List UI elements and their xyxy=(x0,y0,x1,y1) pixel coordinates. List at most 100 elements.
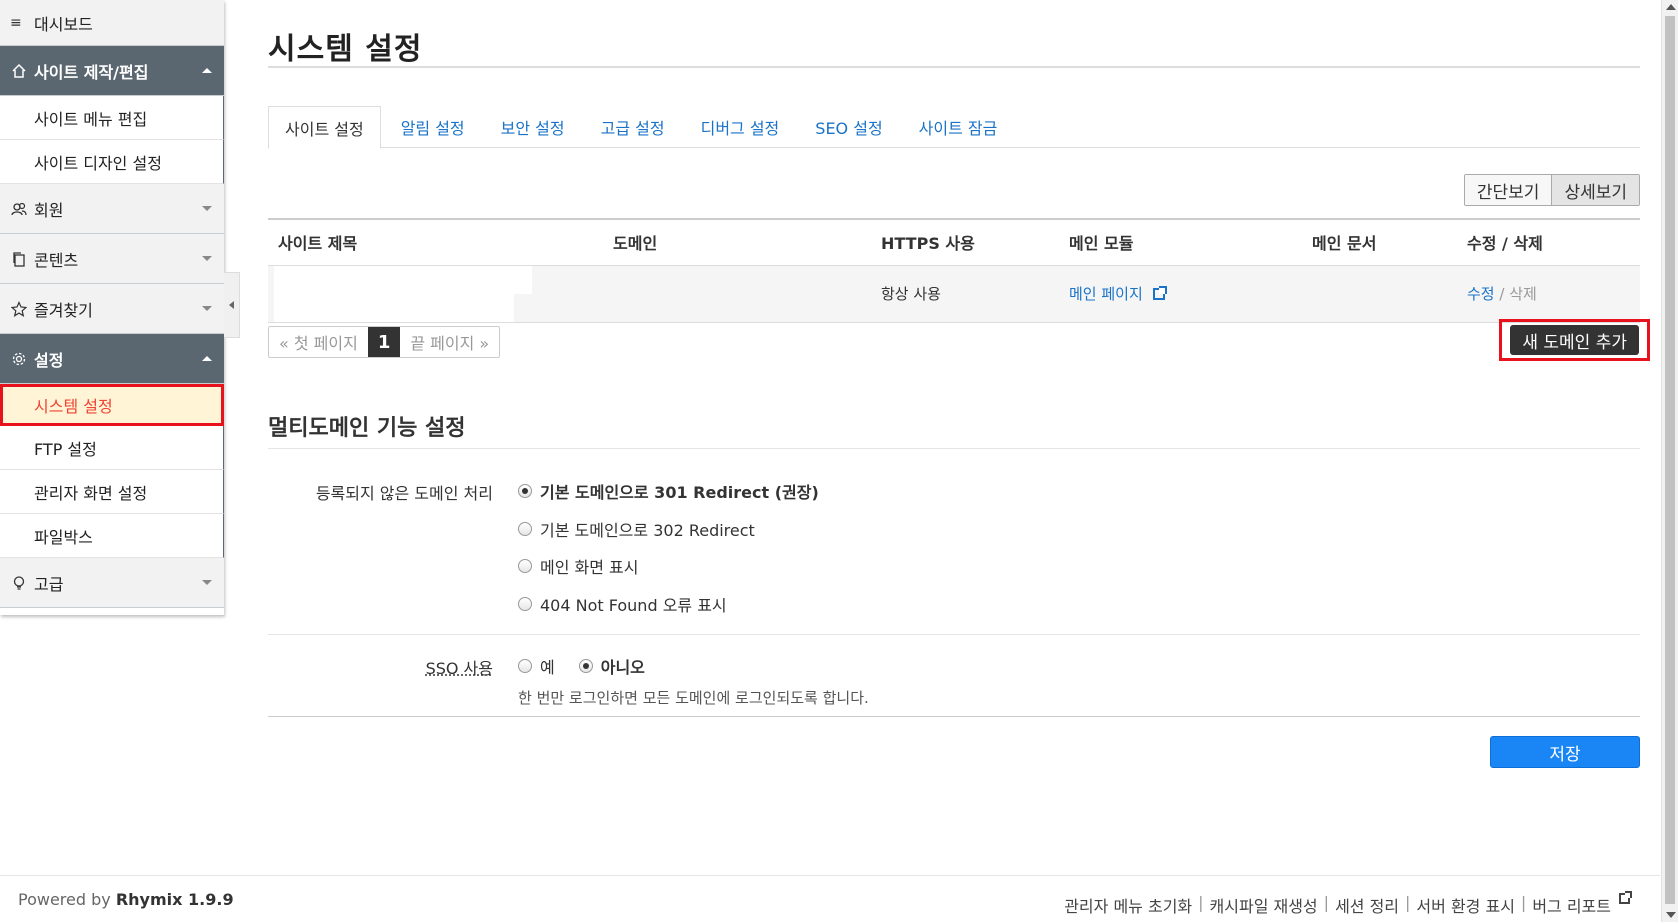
col-main-module: 메인 모듈 xyxy=(1059,219,1302,266)
footer-link-regenerate-cache[interactable]: 캐시파일 재생성 xyxy=(1210,893,1318,917)
option-301-redirect[interactable]: 기본 도메인으로 301 Redirect (권장) xyxy=(518,480,819,502)
star-icon xyxy=(10,300,28,318)
unregistered-domain-label: 등록되지 않은 도메인 처리 xyxy=(315,484,493,503)
divider xyxy=(268,716,1640,717)
sso-no-radio[interactable] xyxy=(578,659,593,673)
radio-button[interactable] xyxy=(518,559,532,573)
sidebar-dashboard-label: 대시보드 xyxy=(34,14,93,34)
cell-main-document xyxy=(1302,265,1457,323)
delete-link[interactable]: 삭제 xyxy=(1509,285,1537,303)
sidebar-group-label: 고급 xyxy=(34,574,64,594)
footer-link-server-env[interactable]: 서버 환경 표시 xyxy=(1416,893,1515,917)
footer-links: 관리자 메뉴 초기화 | 캐시파일 재생성 | 세션 정리 | 서버 환경 표시… xyxy=(1064,891,1632,917)
chevron-up-icon xyxy=(202,356,212,361)
gear-icon xyxy=(10,350,28,368)
sidebar-group-settings[interactable]: 설정 xyxy=(0,334,224,384)
last-page-link[interactable]: 끝 페이지 » xyxy=(400,327,499,357)
external-link-icon[interactable] xyxy=(1619,891,1632,904)
cell-main-module: 메인 페이지 xyxy=(1059,265,1302,323)
scroll-down-arrow-icon[interactable] xyxy=(1666,912,1676,918)
radio-button[interactable] xyxy=(518,484,532,498)
tab-site-lock[interactable]: 사이트 잠금 xyxy=(903,106,1014,148)
option-main-screen[interactable]: 메인 화면 표시 xyxy=(518,555,639,577)
divider xyxy=(268,634,1640,635)
col-https: HTTPS 사용 xyxy=(871,219,1059,266)
sidebar-item-site-menu[interactable]: 사이트 메뉴 편집 xyxy=(0,96,224,140)
settings-tabs: 사이트 설정 알림 설정 보안 설정 고급 설정 디버그 설정 SEO 설정 사… xyxy=(268,106,1640,149)
sso-label-text: SSO 사용 xyxy=(425,659,493,678)
sidebar-group-advanced[interactable]: 고급 xyxy=(0,558,224,608)
site-title-value xyxy=(274,265,532,294)
option-label: 메인 화면 표시 xyxy=(540,558,639,577)
copy-icon xyxy=(10,250,28,268)
footer-separator: | xyxy=(1405,893,1411,912)
tab-notification-settings[interactable]: 알림 설정 xyxy=(385,106,481,148)
vertical-scrollbar[interactable] xyxy=(1661,0,1678,922)
pagination: « 첫 페이지 1 끝 페이지 » xyxy=(268,326,501,358)
sso-label: SSO 사용 xyxy=(268,655,493,679)
cell-site-title xyxy=(268,265,603,323)
sidebar-group-site[interactable]: 사이트 제작/편집 xyxy=(0,46,224,96)
external-link-icon[interactable] xyxy=(1152,286,1167,300)
sidebar-group-label: 즐겨찾기 xyxy=(34,300,93,320)
tab-advanced-settings[interactable]: 고급 설정 xyxy=(585,106,681,148)
detail-view-button[interactable]: 상세보기 xyxy=(1551,175,1639,205)
current-page[interactable]: 1 xyxy=(367,327,401,357)
chevron-down-icon xyxy=(202,306,212,311)
sidebar-item-filebox[interactable]: 파일박스 xyxy=(0,514,224,558)
col-edit-delete: 수정 / 삭제 xyxy=(1457,219,1640,266)
simple-view-button[interactable]: 간단보기 xyxy=(1464,175,1552,205)
sidebar-group-label: 콘텐츠 xyxy=(34,250,79,270)
tab-debug-settings[interactable]: 디버그 설정 xyxy=(685,106,796,148)
footer-link-reset-menu[interactable]: 관리자 메뉴 초기화 xyxy=(1064,893,1192,917)
col-domain: 도메인 xyxy=(603,219,871,266)
sso-yes-radio[interactable] xyxy=(518,659,532,673)
add-domain-button[interactable]: 새 도메인 추가 xyxy=(1510,325,1639,355)
radio-button[interactable] xyxy=(518,522,532,536)
sidebar-dashboard[interactable]: ≡ 대시보드 xyxy=(0,0,224,46)
sidebar-item-system-settings[interactable]: 시스템 설정 xyxy=(0,384,224,426)
option-302-redirect[interactable]: 기본 도메인으로 302 Redirect xyxy=(518,518,755,540)
chevron-left-icon xyxy=(229,301,234,309)
main-module-link[interactable]: 메인 페이지 xyxy=(1069,285,1143,303)
sidebar-group-label: 사이트 제작/편집 xyxy=(34,62,149,82)
powered-brand[interactable]: Rhymix 1.9.9 xyxy=(116,890,234,909)
option-label: 404 Not Found 오류 표시 xyxy=(540,596,727,615)
chevron-down-icon xyxy=(202,580,212,585)
edit-link[interactable]: 수정 xyxy=(1467,285,1495,303)
tab-seo-settings[interactable]: SEO 설정 xyxy=(799,106,898,148)
sidebar-group-label: 설정 xyxy=(34,350,64,370)
page-title: 시스템 설정 xyxy=(268,0,1640,68)
option-404[interactable]: 404 Not Found 오류 표시 xyxy=(518,593,727,615)
bulb-icon xyxy=(10,574,28,592)
footer-link-bug-report[interactable]: 버그 리포트 xyxy=(1532,893,1611,917)
option-label: 기본 도메인으로 302 Redirect xyxy=(540,521,755,540)
sidebar: ≡ 대시보드 사이트 제작/편집 사이트 메뉴 편집 사이트 디자인 설정 회원… xyxy=(0,0,224,615)
save-button[interactable]: 저장 xyxy=(1490,736,1640,768)
chevron-down-icon xyxy=(202,206,212,211)
sidebar-item-ftp-settings[interactable]: FTP 설정 xyxy=(0,426,224,470)
sidebar-collapse-button[interactable] xyxy=(224,272,240,338)
sso-no-label: 아니오 xyxy=(600,658,645,677)
sidebar-group-favorites[interactable]: 즐겨찾기 xyxy=(0,284,224,334)
scrollbar-thumb[interactable] xyxy=(1665,16,1675,904)
powered-prefix: Powered by xyxy=(18,890,111,909)
tab-security-settings[interactable]: 보안 설정 xyxy=(485,106,581,148)
sidebar-group-content[interactable]: 콘텐츠 xyxy=(0,234,224,284)
first-page-link[interactable]: « 첫 페이지 xyxy=(269,327,368,357)
tab-site-settings[interactable]: 사이트 설정 xyxy=(268,106,381,149)
footer-separator: | xyxy=(1520,893,1527,912)
menu-icon: ≡ xyxy=(10,14,22,31)
chevron-down-icon xyxy=(202,256,212,261)
sidebar-item-admin-screen[interactable]: 관리자 화면 설정 xyxy=(0,470,224,514)
cell-https: 항상 사용 xyxy=(871,265,1059,323)
sidebar-group-member[interactable]: 회원 xyxy=(0,184,224,234)
radio-button[interactable] xyxy=(518,597,532,611)
sidebar-group-label: 회원 xyxy=(34,200,64,220)
home-icon xyxy=(10,62,28,80)
sso-options: 예 아니오 xyxy=(518,655,645,677)
footer-link-clean-sessions[interactable]: 세션 정리 xyxy=(1335,893,1399,917)
sidebar-item-site-design[interactable]: 사이트 디자인 설정 xyxy=(0,140,224,184)
footer: Powered by Rhymix 1.9.9 관리자 메뉴 초기화 | 캐시파… xyxy=(0,875,1660,922)
scroll-up-arrow-icon[interactable] xyxy=(1666,4,1676,10)
